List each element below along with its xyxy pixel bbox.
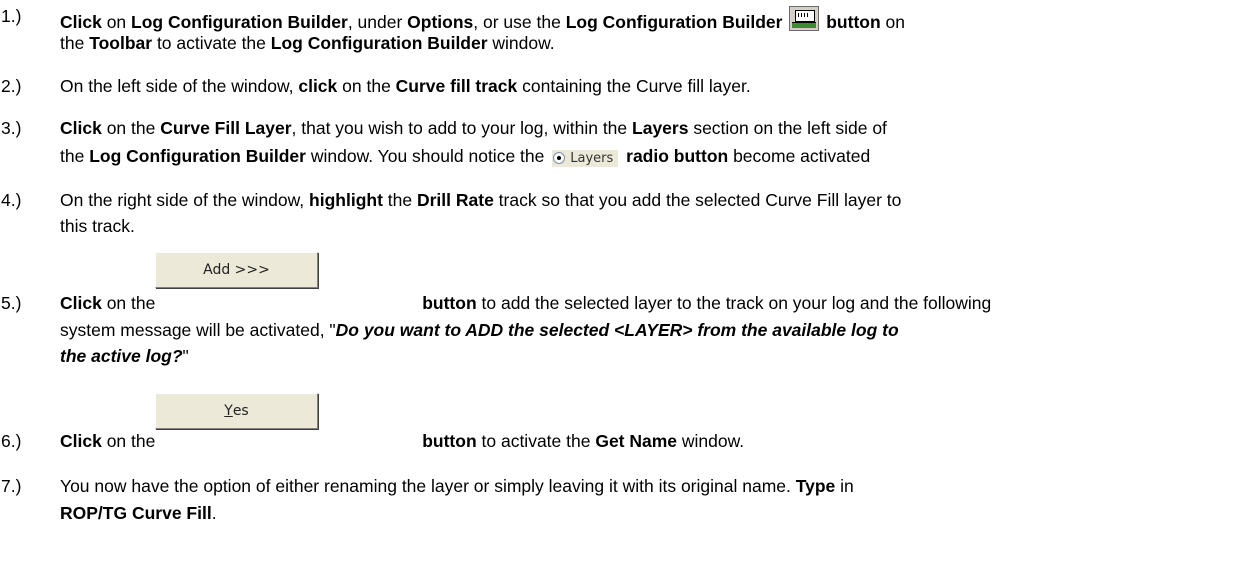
step-3-line-2: the Log Configuration Builder window. Yo… [60, 146, 871, 167]
log-configuration-builder-icon [789, 6, 820, 31]
step-7-line-1: You now have the option of either renami… [60, 476, 854, 496]
step-5-line-2: system message will be activated, "Do yo… [60, 320, 899, 340]
step-1-line-2: the Toolbar to activate the Log Configur… [60, 33, 555, 53]
step-2-line-1: On the left side of the window, click on… [60, 76, 751, 96]
step-5-line-1: Click on the button to add the selected … [60, 293, 992, 313]
step-5-line-3: the active log?" [60, 346, 189, 366]
step-3-line-1: Click on the Curve Fill Layer, that you … [60, 118, 887, 138]
step-number: 3.) [1, 118, 22, 138]
step-4-line-1: On the right side of the window, highlig… [60, 190, 902, 210]
layers-radio-button: Layers [552, 149, 619, 167]
add-button-image: Add >>> [155, 252, 318, 288]
step-number: 5.) [1, 293, 22, 313]
step-number: 1.) [1, 6, 22, 26]
step-6-line-1: Click on the button to activate the Get … [60, 431, 745, 451]
radio-selected-icon [553, 152, 566, 164]
step-number: 4.) [1, 190, 22, 210]
step-1-line-1: Click on Log Configuration Builder, unde… [60, 6, 905, 33]
step-4-line-2: this track. [60, 216, 135, 236]
step-number: 6.) [1, 431, 22, 451]
step-7-line-2: ROP/TG Curve Fill. [60, 503, 217, 523]
yes-button-image: Yes [155, 393, 318, 429]
step-number: 2.) [1, 76, 22, 96]
step-number: 7.) [1, 476, 22, 496]
